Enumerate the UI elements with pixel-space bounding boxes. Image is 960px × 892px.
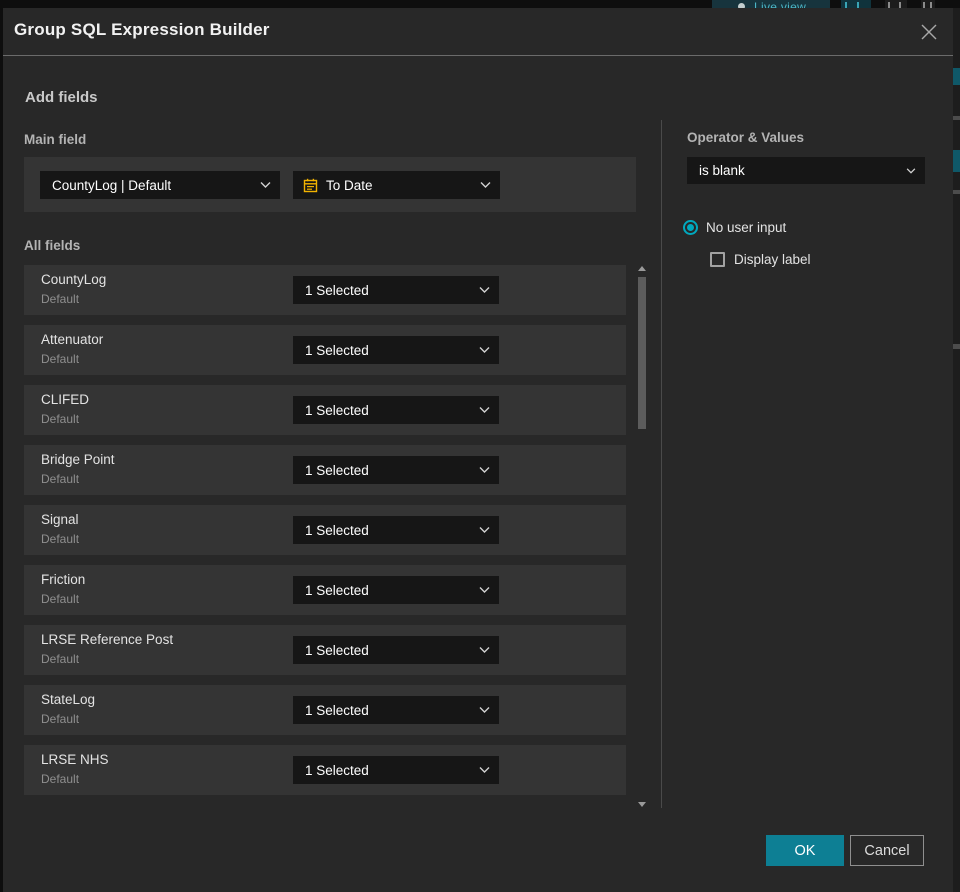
field-name: Friction: [41, 572, 86, 587]
field-subtitle: Default: [41, 652, 80, 666]
field-subtitle: Default: [41, 292, 80, 306]
calendar-icon: [303, 178, 318, 193]
field-selection-select[interactable]: 1 Selected: [293, 756, 499, 784]
chevron-down-icon: [479, 347, 490, 354]
no-user-input-label: No user input: [706, 219, 787, 235]
field-selection-value: 1 Selected: [305, 282, 369, 298]
list-scrollbar[interactable]: [637, 263, 647, 809]
field-selection-value: 1 Selected: [305, 582, 369, 598]
field-name: StateLog: [41, 692, 96, 707]
field-subtitle: Default: [41, 532, 80, 546]
field-selection-select[interactable]: 1 Selected: [293, 516, 499, 544]
field-selection-select[interactable]: 1 Selected: [293, 696, 499, 724]
field-list-item: StateLog Default 1 Selected: [24, 685, 626, 735]
background-sidebar: [953, 8, 960, 892]
field-selection-value: 1 Selected: [305, 642, 369, 658]
field-selection-value: 1 Selected: [305, 342, 369, 358]
live-view-toggle: Live view: [712, 0, 830, 8]
field-type-select-value: To Date: [326, 177, 373, 193]
field-selection-select[interactable]: 1 Selected: [293, 396, 499, 424]
add-fields-heading: Add fields: [25, 89, 98, 106]
chevron-down-icon: [906, 167, 916, 174]
field-selection-value: 1 Selected: [305, 462, 369, 478]
display-label-option: Display label: [710, 251, 811, 267]
no-user-input-option: No user input: [683, 219, 786, 235]
field-name: Signal: [41, 512, 79, 527]
field-subtitle: Default: [41, 472, 80, 486]
field-list-item: CountyLog Default 1 Selected: [24, 265, 626, 315]
field-name: Bridge Point: [41, 452, 115, 467]
display-label-label: Display label: [734, 251, 811, 267]
main-field-heading: Main field: [24, 132, 87, 147]
operator-select-value: is blank: [699, 163, 745, 178]
background-toolbar: Live view: [0, 0, 960, 8]
chevron-down-icon: [479, 647, 490, 654]
field-list-item: LRSE NHS Default 1 Selected: [24, 745, 626, 795]
no-user-input-radio[interactable]: [683, 219, 698, 235]
field-subtitle: Default: [41, 352, 80, 366]
chevron-down-icon: [479, 707, 490, 714]
chevron-down-icon: [479, 767, 490, 774]
field-subtitle: Default: [41, 412, 80, 426]
field-type-select[interactable]: To Date: [293, 171, 500, 199]
background-toolbar-button: [921, 0, 935, 8]
cancel-button[interactable]: Cancel: [850, 835, 924, 866]
field-selection-select[interactable]: 1 Selected: [293, 336, 499, 364]
field-name: CountyLog: [41, 272, 107, 287]
background-toolbar-button: [841, 0, 871, 8]
live-view-label: Live view: [754, 0, 807, 8]
field-list-item: Signal Default 1 Selected: [24, 505, 626, 555]
scroll-up-icon[interactable]: [637, 263, 647, 273]
field-list-item: Friction Default 1 Selected: [24, 565, 626, 615]
field-selection-value: 1 Selected: [305, 522, 369, 538]
close-icon[interactable]: [917, 20, 941, 44]
field-selection-select[interactable]: 1 Selected: [293, 276, 499, 304]
operator-select[interactable]: is blank: [687, 157, 925, 184]
panel-divider: [661, 120, 662, 808]
chevron-down-icon: [479, 407, 490, 414]
all-fields-heading: All fields: [24, 238, 81, 253]
scrollbar-thumb[interactable]: [638, 277, 646, 429]
display-label-checkbox[interactable]: [710, 251, 725, 267]
field-selection-select[interactable]: 1 Selected: [293, 636, 499, 664]
dialog-title-bar: Group SQL Expression Builder: [3, 8, 953, 56]
field-name: CLIFED: [41, 392, 90, 407]
chevron-down-icon: [260, 182, 271, 189]
chevron-down-icon: [480, 182, 491, 189]
chevron-down-icon: [479, 587, 490, 594]
field-name: LRSE Reference Post: [41, 632, 174, 647]
field-selection-value: 1 Selected: [305, 702, 369, 718]
field-list-item: Bridge Point Default 1 Selected: [24, 445, 626, 495]
dialog-title: Group SQL Expression Builder: [14, 20, 270, 39]
field-selection-select[interactable]: 1 Selected: [293, 456, 499, 484]
field-subtitle: Default: [41, 772, 80, 786]
field-list-item: LRSE Reference Post Default 1 Selected: [24, 625, 626, 675]
field-list-item: Attenuator Default 1 Selected: [24, 325, 626, 375]
field-selection-select[interactable]: 1 Selected: [293, 576, 499, 604]
main-field-panel: CountyLog | Default To Date: [24, 157, 636, 212]
field-list-item: CLIFED Default 1 Selected: [24, 385, 626, 435]
main-field-select[interactable]: CountyLog | Default: [40, 171, 280, 199]
main-field-select-value: CountyLog | Default: [52, 177, 172, 193]
operator-values-heading: Operator & Values: [687, 130, 805, 145]
chevron-down-icon: [479, 287, 490, 294]
field-subtitle: Default: [41, 592, 80, 606]
field-subtitle: Default: [41, 712, 80, 726]
group-sql-expression-builder-dialog: Group SQL Expression Builder Add fields …: [3, 8, 953, 892]
field-selection-value: 1 Selected: [305, 762, 369, 778]
scroll-down-icon[interactable]: [637, 799, 647, 809]
ok-button[interactable]: OK: [766, 835, 844, 866]
field-name: LRSE NHS: [41, 752, 109, 767]
background-toolbar-button: [885, 0, 907, 8]
field-name: Attenuator: [41, 332, 104, 347]
chevron-down-icon: [479, 467, 490, 474]
chevron-down-icon: [479, 527, 490, 534]
field-selection-value: 1 Selected: [305, 402, 369, 418]
